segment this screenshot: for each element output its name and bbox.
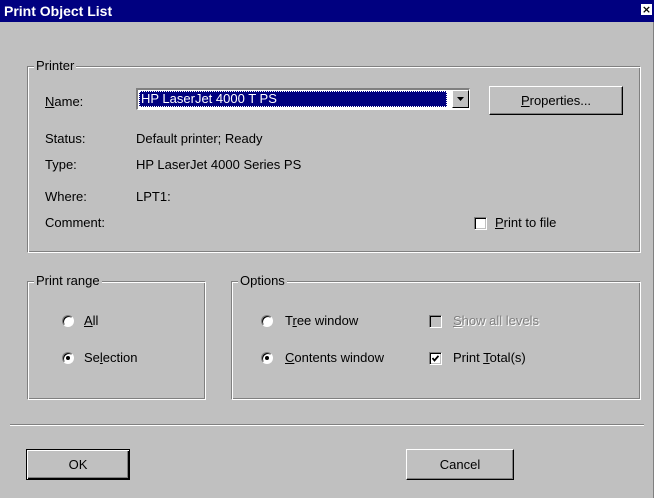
- type-label: Type:: [45, 157, 77, 172]
- cancel-button[interactable]: Cancel: [406, 449, 514, 480]
- print-totals-checkbox[interactable]: [429, 352, 442, 365]
- print-totals-label[interactable]: Print Total(s): [453, 350, 526, 366]
- radio-selected-dot: [66, 356, 70, 360]
- ok-button-label: OK: [68, 457, 88, 472]
- show-all-levels-checkbox[interactable]: [429, 315, 442, 328]
- where-value: LPT1:: [136, 189, 171, 204]
- properties-button-label: Properties...: [520, 93, 592, 108]
- printer-name-select[interactable]: HP LaserJet 4000 T PS: [136, 88, 470, 110]
- range-all-label[interactable]: All: [84, 313, 98, 329]
- print-to-file-label[interactable]: Print to file: [495, 215, 556, 231]
- dropdown-arrow-button[interactable]: [452, 90, 469, 108]
- ok-button[interactable]: OK: [26, 449, 130, 480]
- status-value: Default printer; Ready: [136, 131, 263, 146]
- contents-window-radio[interactable]: [261, 352, 273, 364]
- tree-window-label[interactable]: Tree window: [285, 313, 358, 329]
- totals-mnemonic: T: [483, 350, 490, 365]
- print-to-file-checkbox[interactable]: [474, 217, 487, 230]
- tree-mnemonic: r: [292, 313, 297, 328]
- title-bar[interactable]: Print Object List ×: [0, 0, 654, 22]
- print-range-group: Print range: [27, 273, 206, 400]
- printer-name-label: Name:: [45, 94, 84, 109]
- printer-name-value: HP LaserJet 4000 T PS: [139, 91, 447, 107]
- type-value: HP LaserJet 4000 Series PS: [136, 157, 302, 172]
- radio-selected-dot: [265, 356, 269, 360]
- properties-mnemonic: P: [520, 93, 530, 108]
- close-icon[interactable]: ×: [641, 4, 652, 15]
- options-group: Options: [231, 273, 641, 400]
- comment-label: Comment:: [45, 215, 105, 230]
- range-selection-radio[interactable]: [62, 352, 74, 364]
- print-to-file-mnemonic: P: [495, 215, 504, 230]
- print-range-legend: Print range: [34, 273, 102, 289]
- status-label: Status:: [45, 131, 86, 146]
- all-mnemonic: A: [84, 313, 93, 328]
- contents-window-label[interactable]: Contents window: [285, 350, 384, 366]
- range-selection-label[interactable]: Selection: [84, 350, 138, 366]
- selection-mnemonic: l: [99, 350, 103, 365]
- name-label-mnemonic: N: [45, 94, 55, 109]
- contents-mnemonic: C: [285, 350, 295, 365]
- cancel-button-label: Cancel: [439, 457, 481, 472]
- range-all-radio[interactable]: [62, 315, 74, 327]
- printer-group-legend: Printer: [34, 58, 77, 74]
- window-title: Print Object List: [4, 3, 113, 19]
- properties-button[interactable]: Properties...: [489, 86, 623, 115]
- where-label: Where:: [45, 189, 87, 204]
- chevron-down-icon: [457, 97, 464, 101]
- show-mnemonic: S: [453, 313, 462, 328]
- checkmark-icon: [432, 355, 439, 362]
- options-legend: Options: [238, 273, 287, 289]
- tree-window-radio[interactable]: [261, 315, 273, 327]
- print-object-list-dialog: Print Object List × Printer Name: HP Las…: [0, 0, 654, 498]
- show-all-levels-label[interactable]: Show all levels: [453, 313, 539, 329]
- footer-separator: [10, 424, 644, 426]
